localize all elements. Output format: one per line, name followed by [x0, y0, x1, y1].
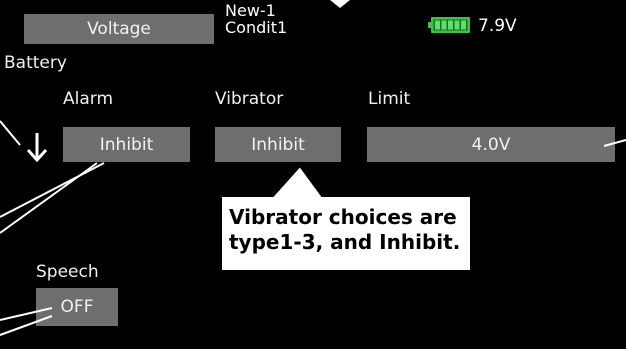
vibrator-button[interactable]: Inhibit: [215, 127, 341, 162]
speech-value: OFF: [60, 297, 94, 317]
alarm-label: Alarm: [63, 89, 114, 109]
callout-text: Vibrator choices are type1-3, and Inhibi…: [229, 205, 460, 255]
alarm-value: Inhibit: [99, 134, 154, 155]
screen-title: Voltage: [87, 19, 151, 39]
limit-label: Limit: [368, 89, 411, 109]
battery-icon: [428, 17, 470, 33]
model-name: New-1: [225, 1, 276, 20]
pointer-line-2: [0, 162, 105, 218]
vibrator-label: Vibrator: [215, 89, 284, 109]
speech-button[interactable]: OFF: [36, 288, 118, 326]
top-arrow-head: [330, 0, 350, 8]
limit-button[interactable]: 4.0V: [367, 127, 615, 162]
callout-line-1: Vibrator choices are: [229, 205, 457, 229]
screen-title-tab[interactable]: Voltage: [24, 14, 214, 44]
arrow-down-icon: [26, 133, 48, 163]
alarm-button[interactable]: Inhibit: [63, 127, 190, 162]
pointer-line-1: [0, 120, 21, 146]
callout-line-2: type1-3, and Inhibit.: [229, 230, 461, 254]
battery-voltage: 7.9V: [478, 16, 517, 36]
speech-label: Speech: [36, 262, 99, 282]
limit-value: 4.0V: [471, 134, 511, 155]
section-title: Battery: [4, 53, 67, 73]
pointer-line-3: [0, 162, 98, 234]
condition-name: Condit1: [225, 18, 288, 37]
vibrator-value: Inhibit: [251, 134, 305, 155]
